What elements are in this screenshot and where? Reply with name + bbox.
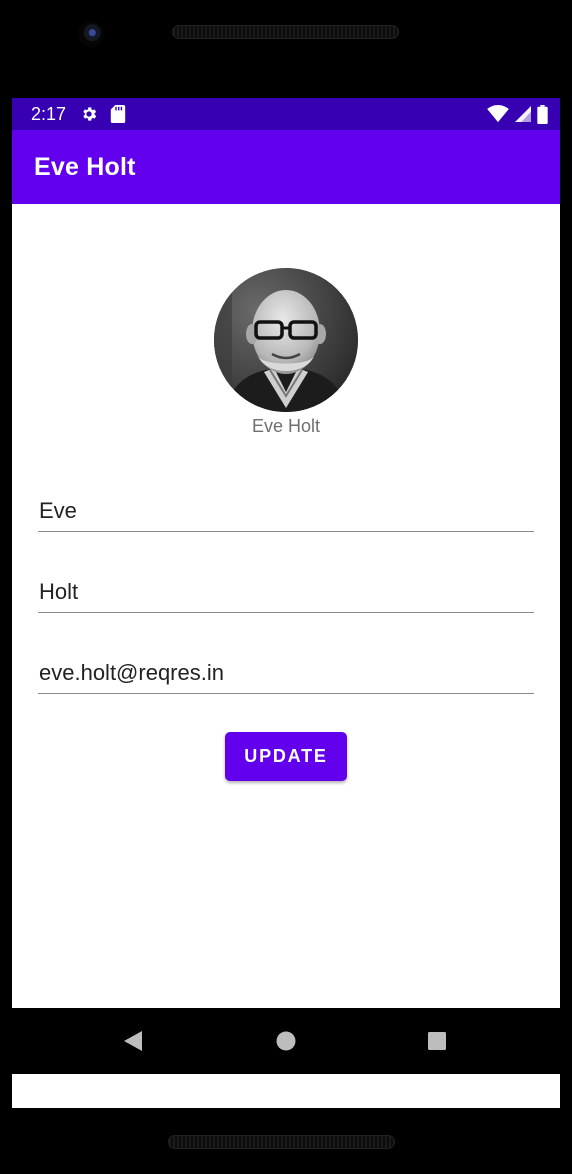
device-frame: 2:17 Eve Holt Eve Holt Eve Holt eve.holt… bbox=[0, 0, 572, 1174]
sd-card-icon bbox=[110, 105, 126, 123]
profile-content: Eve Holt UPDATE bbox=[12, 204, 560, 1008]
home-icon[interactable] bbox=[271, 1026, 301, 1056]
top-speaker-grille bbox=[172, 25, 399, 39]
first-name-input[interactable] bbox=[38, 492, 535, 530]
navigation-bar bbox=[12, 1008, 560, 1074]
wifi-icon bbox=[487, 105, 509, 123]
avatar-photo bbox=[214, 268, 358, 412]
last-name-field[interactable] bbox=[38, 573, 535, 613]
bottom-speaker-grille bbox=[168, 1135, 395, 1149]
email-field[interactable] bbox=[38, 654, 535, 694]
front-camera bbox=[78, 21, 104, 47]
status-left: 2:17 bbox=[31, 104, 126, 125]
back-icon[interactable] bbox=[118, 1026, 148, 1056]
avatar-name: Eve Holt bbox=[251, 416, 321, 436]
status-time: 2:17 bbox=[31, 103, 67, 124]
battery-icon bbox=[537, 104, 548, 124]
last-name-input[interactable] bbox=[38, 573, 535, 611]
app-bar: Eve Holt bbox=[12, 130, 560, 204]
gear-icon bbox=[80, 105, 98, 123]
cell-signal-icon bbox=[515, 105, 531, 123]
update-button[interactable]: UPDATE bbox=[225, 732, 347, 781]
email-input[interactable] bbox=[38, 654, 535, 692]
page-title: Eve Holt bbox=[34, 152, 136, 181]
recents-icon[interactable] bbox=[422, 1026, 452, 1056]
first-name-field[interactable] bbox=[38, 492, 535, 532]
status-bar: 2:17 bbox=[12, 98, 560, 130]
avatar bbox=[214, 268, 358, 412]
status-right bbox=[487, 104, 548, 124]
screen: 2:17 Eve Holt Eve Holt Eve Holt eve.holt… bbox=[12, 98, 560, 1108]
